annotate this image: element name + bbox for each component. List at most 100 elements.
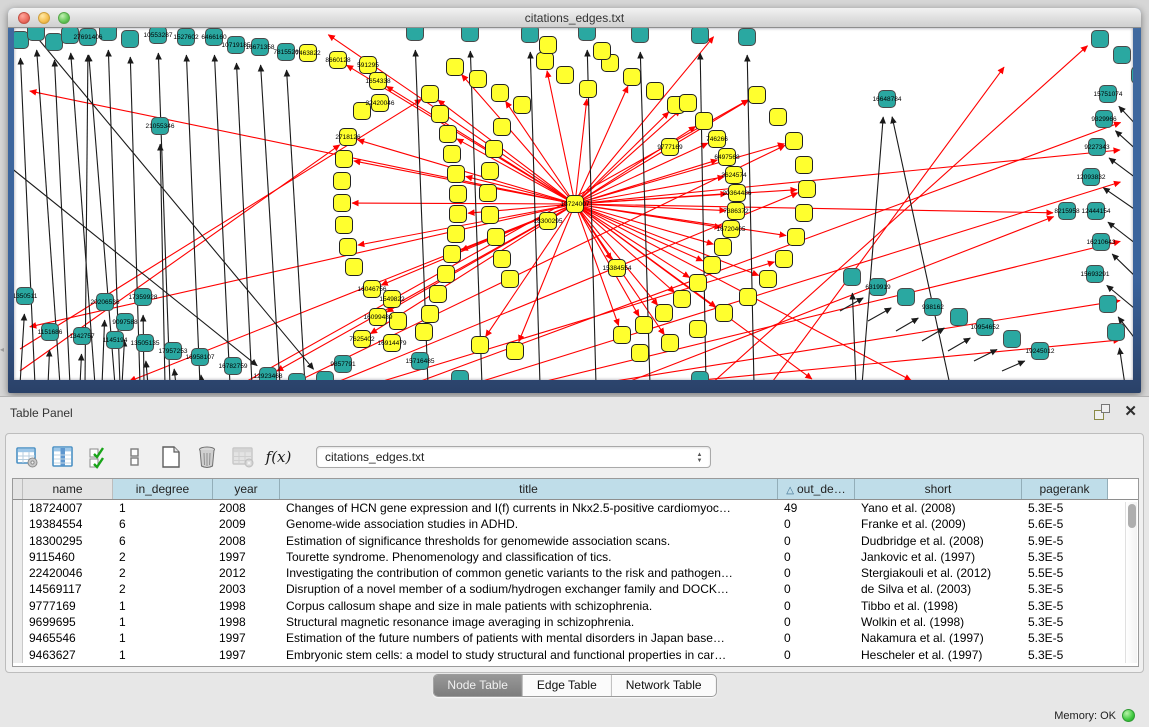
column-header-pagerank[interactable]: pagerank — [1022, 479, 1108, 499]
paper-node[interactable] — [334, 195, 351, 212]
cell-out_de[interactable]: 0 — [778, 598, 855, 614]
cell-short[interactable]: Nakamura et al. (1997) — [855, 630, 1022, 646]
citation-edge[interactable] — [352, 203, 575, 204]
cell-title[interactable]: Investigating the contribution of common… — [280, 565, 778, 581]
paper-node[interactable] — [796, 157, 813, 174]
cell-name[interactable]: 9699695 — [23, 614, 113, 630]
paper-node[interactable] — [656, 305, 673, 322]
cell-in_degree[interactable]: 1 — [113, 500, 213, 516]
cell-out_de[interactable]: 0 — [778, 533, 855, 549]
paper-node[interactable] — [624, 69, 641, 86]
citation-edge[interactable] — [575, 204, 1053, 213]
citation-edge[interactable] — [575, 99, 587, 204]
reference-edge[interactable] — [20, 58, 35, 380]
external-paper-node[interactable] — [692, 28, 709, 44]
table-row[interactable]: 946554611997Estimation of the future num… — [13, 630, 1138, 646]
reference-edge[interactable] — [146, 361, 148, 380]
cell-year[interactable]: 2003 — [213, 581, 280, 597]
table-row[interactable]: 2242004622012Investigating the contribut… — [13, 565, 1138, 581]
row-selection-mode-icon[interactable] — [86, 445, 111, 470]
memory-status-icon[interactable] — [1122, 709, 1135, 722]
tab-node-table[interactable]: Node Table — [433, 675, 522, 696]
external-paper-node[interactable] — [46, 34, 63, 51]
paper-node[interactable] — [636, 317, 653, 334]
cell-name[interactable]: 9777169 — [23, 598, 113, 614]
paper-node[interactable] — [614, 327, 631, 344]
paper-node[interactable] — [444, 246, 461, 263]
cell-name[interactable]: 9465546 — [23, 630, 113, 646]
paper-node[interactable] — [507, 343, 524, 360]
column-header-title[interactable]: title — [280, 479, 778, 499]
cell-in_degree[interactable]: 1 — [113, 598, 213, 614]
cell-year[interactable]: 2008 — [213, 533, 280, 549]
table-row[interactable]: 1938455462009Genome-wide association stu… — [13, 516, 1138, 532]
paper-node[interactable] — [647, 83, 664, 100]
delete-column-icon[interactable] — [194, 445, 219, 470]
cell-year[interactable]: 2009 — [213, 516, 280, 532]
column-header-name[interactable]: name — [23, 479, 113, 499]
table-row[interactable]: 1830029562008Estimation of significance … — [13, 533, 1138, 549]
create-column-icon[interactable] — [158, 445, 183, 470]
cell-pagerank[interactable]: 5.6E-5 — [1022, 516, 1108, 532]
paper-node[interactable] — [340, 239, 357, 256]
paper-node[interactable] — [796, 205, 813, 222]
cell-year[interactable]: 1998 — [213, 614, 280, 630]
citation-edge[interactable] — [575, 190, 797, 204]
table-source-dropdown[interactable]: citations_edges.txt ▲▼ — [316, 446, 711, 468]
reference-edge[interactable] — [892, 117, 950, 380]
cell-title[interactable]: Corpus callosum shape and size in male p… — [280, 598, 778, 614]
cell-out_de[interactable]: 0 — [778, 516, 855, 532]
paper-node[interactable] — [680, 95, 697, 112]
paper-node[interactable] — [514, 97, 531, 114]
cell-short[interactable]: Yano et al. (2008) — [855, 500, 1022, 516]
cell-short[interactable]: Hescheler et al. (1997) — [855, 647, 1022, 663]
cell-pagerank[interactable]: 5.9E-5 — [1022, 533, 1108, 549]
paper-node[interactable] — [482, 163, 499, 180]
external-paper-node[interactable] — [462, 28, 479, 42]
cell-pagerank[interactable]: 5.3E-5 — [1022, 614, 1108, 630]
cell-year[interactable]: 2012 — [213, 565, 280, 581]
cell-pagerank[interactable]: 5.3E-5 — [1022, 647, 1108, 663]
cell-title[interactable]: Estimation of the future numbers of pati… — [280, 630, 778, 646]
external-paper-node[interactable] — [522, 28, 539, 43]
paper-node[interactable] — [540, 37, 557, 54]
cell-short[interactable]: Jankovic et al. (1997) — [855, 549, 1022, 565]
external-paper-node[interactable] — [122, 31, 139, 48]
tab-network-table[interactable]: Network Table — [611, 675, 716, 696]
paper-node[interactable] — [494, 119, 511, 136]
paper-node[interactable] — [422, 306, 439, 323]
cell-out_de[interactable]: 0 — [778, 581, 855, 597]
reference-edge[interactable] — [102, 320, 105, 380]
paper-node[interactable] — [432, 106, 449, 123]
external-paper-node[interactable] — [407, 28, 424, 41]
cell-in_degree[interactable]: 1 — [113, 647, 213, 663]
paper-node[interactable] — [346, 259, 363, 276]
cell-title[interactable]: Genome-wide association studies in ADHD. — [280, 516, 778, 532]
paper-node[interactable] — [448, 226, 465, 243]
cell-name[interactable]: 9463627 — [23, 647, 113, 663]
table-header-row[interactable]: namein_degreeyeartitle△out_de…shortpager… — [13, 479, 1138, 500]
external-paper-node[interactable] — [632, 28, 649, 43]
reference-edge[interactable] — [30, 29, 314, 369]
cell-in_degree[interactable]: 1 — [113, 614, 213, 630]
reference-edge[interactable] — [868, 308, 891, 321]
paper-node[interactable] — [494, 251, 511, 268]
external-paper-node[interactable] — [844, 269, 861, 286]
reference-edge[interactable] — [214, 55, 230, 380]
cell-name[interactable]: 19384554 — [23, 516, 113, 532]
cell-name[interactable]: 18300295 — [23, 533, 113, 549]
column-header-in_degree[interactable]: in_degree — [113, 479, 213, 499]
cell-in_degree[interactable]: 2 — [113, 565, 213, 581]
external-paper-node[interactable] — [28, 28, 45, 41]
paper-node[interactable] — [696, 113, 713, 130]
reference-edge[interactable] — [130, 57, 140, 380]
external-paper-node[interactable] — [14, 32, 29, 49]
paper-node[interactable] — [470, 71, 487, 88]
paper-node[interactable] — [740, 289, 757, 306]
paper-node[interactable] — [749, 87, 766, 104]
external-paper-node[interactable] — [1100, 296, 1117, 313]
paper-node[interactable] — [334, 173, 351, 190]
reference-edge[interactable] — [587, 50, 596, 380]
column-header-short[interactable]: short — [855, 479, 1022, 499]
paper-node[interactable] — [799, 181, 816, 198]
